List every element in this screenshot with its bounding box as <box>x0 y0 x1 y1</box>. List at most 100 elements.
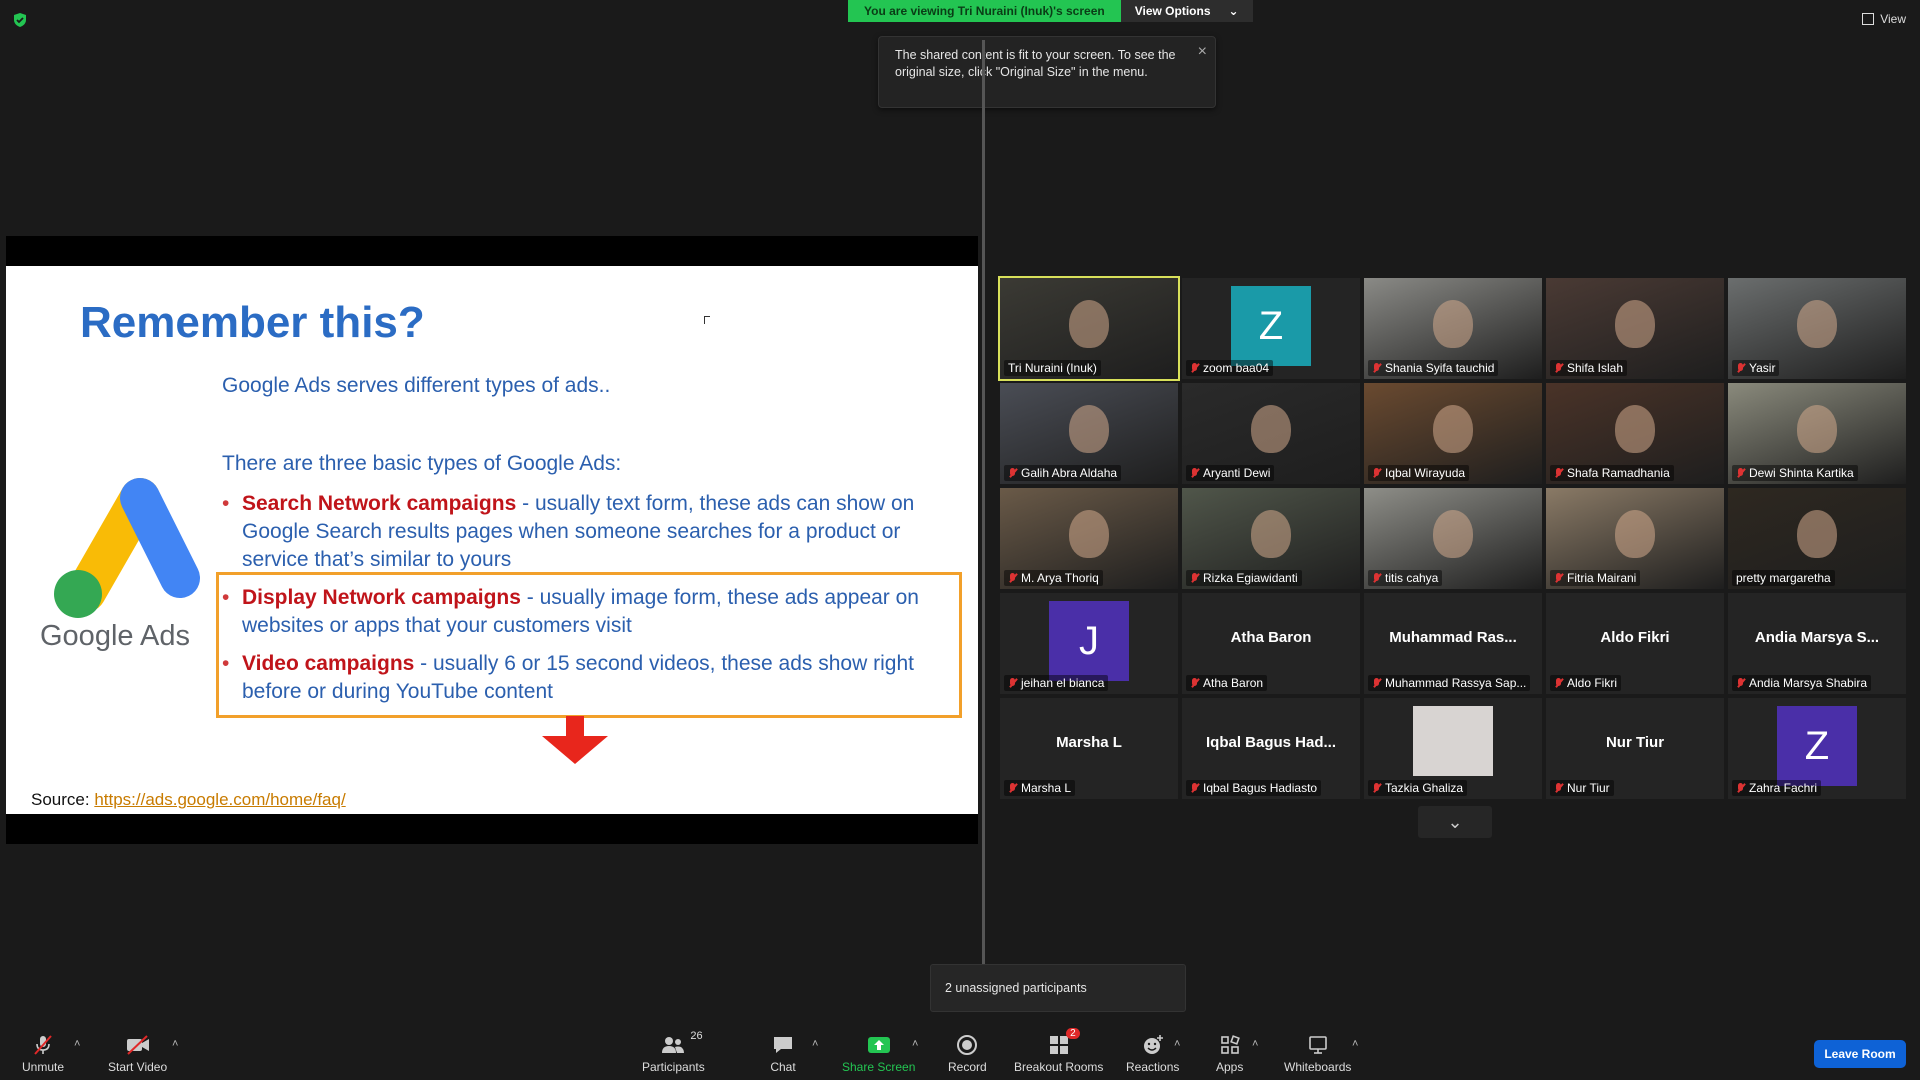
down-arrow-icon <box>566 716 584 738</box>
participant-tile[interactable]: pretty margaretha <box>1728 488 1906 589</box>
participant-name: Tazkia Ghaliza <box>1385 781 1464 795</box>
person-silhouette <box>1251 510 1291 558</box>
unmute-button[interactable]: Unmute <box>22 1034 64 1074</box>
security-shield-icon[interactable] <box>12 12 28 28</box>
microphone-muted-icon <box>1372 677 1381 689</box>
participant-tile[interactable]: Shania Syifa tauchid <box>1364 278 1542 379</box>
leave-room-button[interactable]: Leave Room <box>1814 1040 1906 1068</box>
microphone-muted-icon <box>1190 677 1199 689</box>
participant-tile[interactable]: Fitria Mairani <box>1546 488 1724 589</box>
microphone-muted-icon <box>1008 572 1017 584</box>
leave-room-label: Leave Room <box>1824 1047 1896 1061</box>
fit-screen-tooltip: The shared content is fit to your screen… <box>878 36 1216 108</box>
microphone-muted-icon <box>1736 782 1745 794</box>
person-silhouette <box>1797 510 1837 558</box>
google-ads-logo-text: Google Ads <box>40 620 190 652</box>
participant-tile[interactable]: Tri Nuraini (Inuk) <box>998 276 1180 381</box>
breakout-rooms-label: Breakout Rooms <box>1014 1060 1104 1074</box>
participant-tile[interactable]: Tazkia Ghaliza <box>1364 698 1542 799</box>
participant-name: Iqbal Bagus Hadiasto <box>1203 781 1318 795</box>
breakout-rooms-button[interactable]: 2 Breakout Rooms <box>1014 1028 1104 1074</box>
participant-tile[interactable]: Nur Tiur Nur Tiur <box>1546 698 1724 799</box>
source-link[interactable]: https://ads.google.com/home/faq/ <box>94 790 345 809</box>
participant-name: Aldo Fikri <box>1567 676 1618 690</box>
microphone-muted-icon <box>1372 572 1381 584</box>
participant-name: Shifa Islah <box>1567 361 1624 375</box>
audio-options-caret-icon[interactable]: ˄ <box>74 1038 80 1050</box>
participant-name-label: Tri Nuraini (Inuk) <box>1004 360 1101 376</box>
participant-display-name: Andia Marsya S... <box>1754 629 1880 646</box>
participant-name-label: Atha Baron <box>1186 675 1268 691</box>
whiteboards-caret-icon[interactable]: ˄ <box>1352 1038 1358 1050</box>
reactions-label: Reactions <box>1126 1060 1180 1074</box>
participant-name: Yasir <box>1749 361 1776 375</box>
reactions-caret-icon[interactable]: ˄ <box>1174 1038 1180 1050</box>
reactions-button[interactable]: Reactions <box>1126 1034 1179 1074</box>
participant-tile[interactable]: Shifa Islah <box>1546 278 1724 379</box>
participant-tile[interactable]: Atha Baron Atha Baron <box>1182 593 1360 694</box>
microphone-muted-icon <box>1554 572 1563 584</box>
bullet-display-network: Display Network campaigns - usually imag… <box>222 584 942 640</box>
participant-tile[interactable]: titis cahya <box>1364 488 1542 589</box>
participant-tile[interactable]: Jjeihan el bianca <box>1000 593 1178 694</box>
participant-tile[interactable]: Rizka Egiawidanti <box>1182 488 1360 589</box>
record-button[interactable]: Record <box>948 1034 987 1074</box>
apps-caret-icon[interactable]: ˄ <box>1252 1038 1258 1050</box>
breakout-rooms-icon: 2 <box>1046 1028 1080 1056</box>
person-silhouette <box>1433 405 1473 453</box>
bullet-video: Video campaigns - usually 6 or 15 second… <box>222 650 942 706</box>
whiteboards-button[interactable]: Whiteboards <box>1284 1034 1351 1074</box>
participant-tile[interactable]: Shafa Ramadhania <box>1546 383 1724 484</box>
participant-tile[interactable]: Z Zahra Fachri <box>1728 698 1906 799</box>
participant-tile[interactable]: M. Arya Thoriq <box>1000 488 1178 589</box>
split-view-divider[interactable] <box>982 40 985 965</box>
participant-tile[interactable]: Andia Marsya S... Andia Marsya Shabira <box>1728 593 1906 694</box>
video-options-caret-icon[interactable]: ˄ <box>172 1038 178 1050</box>
participants-count: 26 <box>690 1030 703 1042</box>
participant-name: M. Arya Thoriq <box>1021 571 1099 585</box>
view-button[interactable]: View <box>1862 12 1906 26</box>
participant-name: Dewi Shinta Kartika <box>1749 466 1854 480</box>
participant-name-label: Shifa Islah <box>1550 360 1628 376</box>
smiley-plus-icon <box>1140 1034 1166 1056</box>
participant-name: Galih Abra Aldaha <box>1021 466 1118 480</box>
participant-tile[interactable]: Dewi Shinta Kartika <box>1728 383 1906 484</box>
participants-label: Participants <box>642 1060 705 1074</box>
participant-tile[interactable]: Yasir <box>1728 278 1906 379</box>
chat-options-caret-icon[interactable]: ˄ <box>812 1038 818 1050</box>
participant-tile[interactable]: Aldo Fikri Aldo Fikri <box>1546 593 1724 694</box>
view-options-button[interactable]: View Options ⌄ <box>1120 0 1253 22</box>
unassigned-participants-popup[interactable]: 2 unassigned participants <box>930 964 1186 1012</box>
participant-tile[interactable]: Muhammad Ras... Muhammad Rassya Sap... <box>1364 593 1542 694</box>
participant-tile[interactable]: Galih Abra Aldaha <box>1000 383 1178 484</box>
participant-tile[interactable]: Iqbal Bagus Had... Iqbal Bagus Hadiasto <box>1182 698 1360 799</box>
start-video-button[interactable]: Start Video <box>108 1034 167 1074</box>
shared-screen: Remember this? Google Ads serves differe… <box>6 236 978 844</box>
share-options-caret-icon[interactable]: ˄ <box>912 1038 918 1050</box>
microphone-muted-icon <box>1190 782 1199 794</box>
participant-tile[interactable]: Zzoom baa04 <box>1182 278 1360 379</box>
chat-button[interactable]: Chat <box>770 1034 796 1074</box>
avatar: Z <box>1231 286 1311 366</box>
participant-tile[interactable]: Aryanti Dewi <box>1182 383 1360 484</box>
close-icon[interactable]: × <box>1198 41 1207 63</box>
participants-button[interactable]: 26 Participants <box>642 1030 705 1074</box>
person-silhouette <box>1069 405 1109 453</box>
participant-display-name: Marsha L <box>1056 734 1122 751</box>
person-silhouette <box>1069 300 1109 348</box>
participant-tile[interactable]: Iqbal Wirayuda <box>1364 383 1542 484</box>
participant-name-label: Nur Tiur <box>1550 780 1614 796</box>
bullet-highlight: Video campaigns <box>242 652 415 675</box>
person-silhouette <box>1615 300 1655 348</box>
microphone-muted-icon <box>1008 677 1017 689</box>
participant-name-label: titis cahya <box>1368 570 1443 586</box>
participant-tile[interactable]: Marsha L Marsha L <box>1000 698 1178 799</box>
microphone-muted-icon <box>1008 782 1017 794</box>
participant-name-label: M. Arya Thoriq <box>1004 570 1103 586</box>
zoom-app: You are viewing Tri Nuraini (Inuk)'s scr… <box>0 0 1920 1080</box>
gallery-next-page-button[interactable]: ⌄ <box>1418 806 1492 838</box>
apps-button[interactable]: Apps <box>1216 1034 1243 1074</box>
person-silhouette <box>1797 405 1837 453</box>
microphone-muted-icon <box>1554 677 1563 689</box>
share-screen-button[interactable]: Share Screen <box>842 1034 915 1074</box>
